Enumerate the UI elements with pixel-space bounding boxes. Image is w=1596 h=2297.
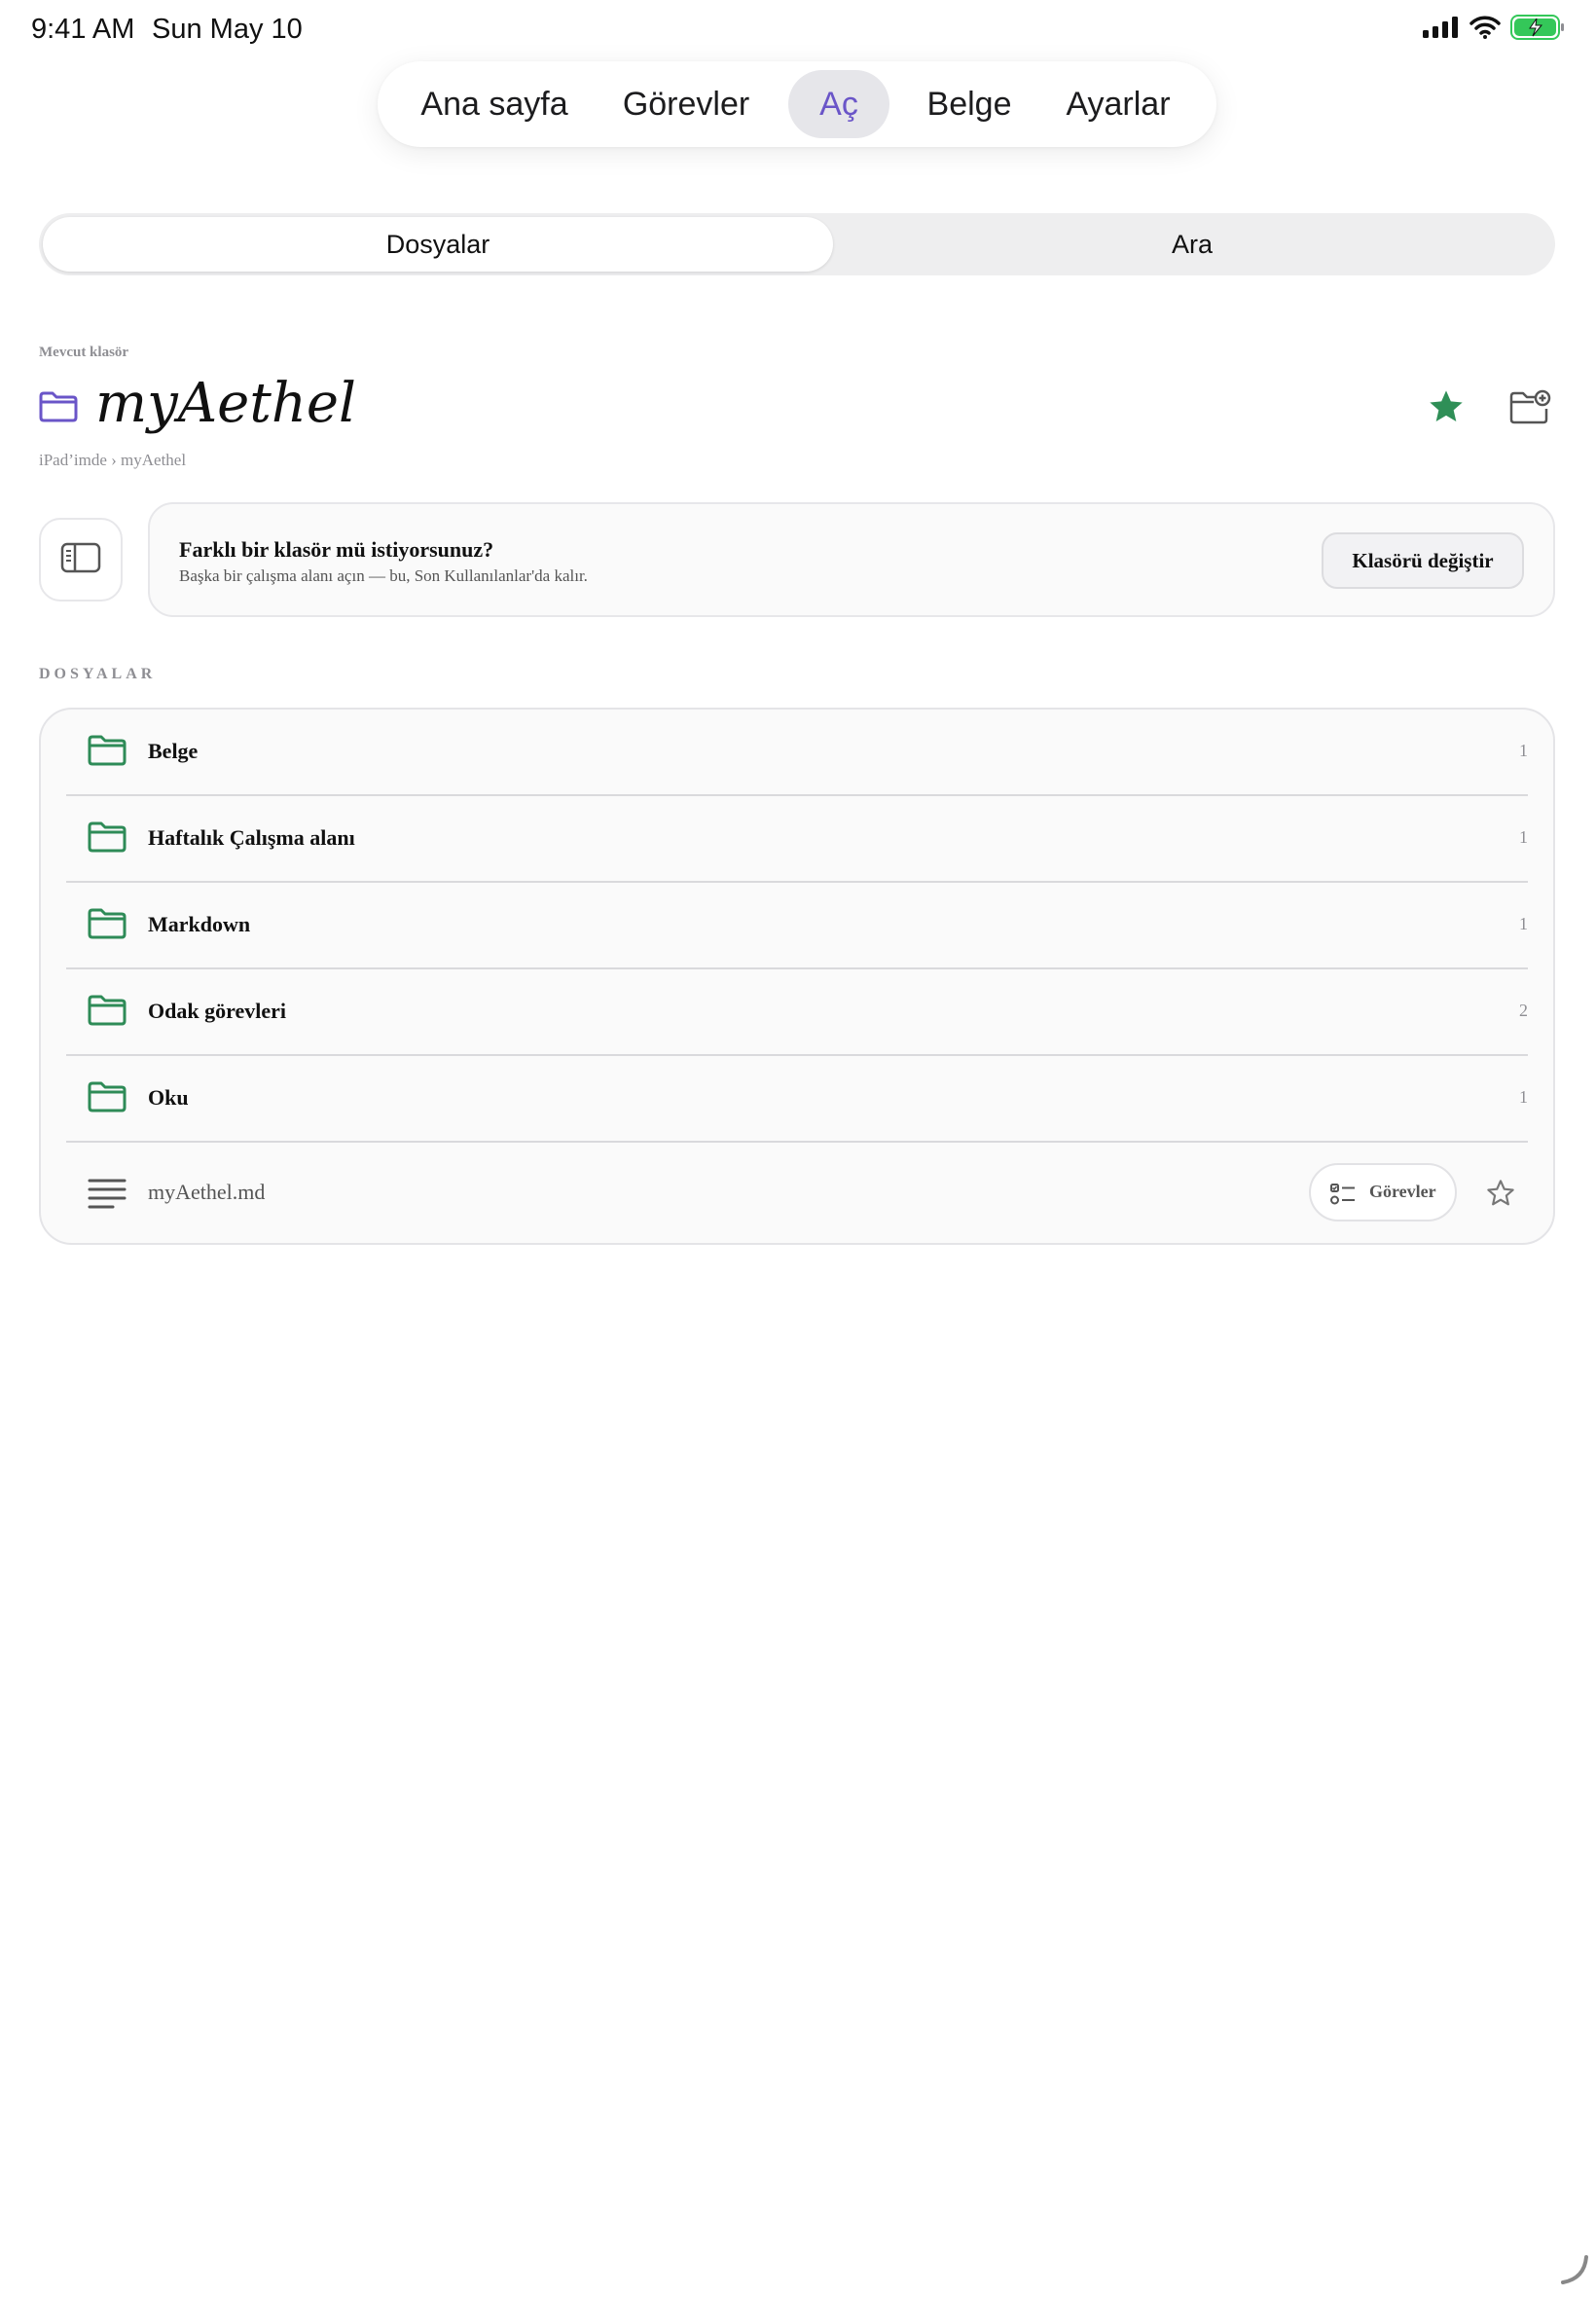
tasks-icon xyxy=(1330,1183,1356,1211)
folder-title: myAethel xyxy=(95,372,356,435)
tasks-label: Görevler xyxy=(1369,1182,1436,1201)
status-date: Sun May 10 xyxy=(152,14,303,45)
file-list: Belge 1 Haftalık Çalışma alanı 1 Markdow… xyxy=(39,708,1555,1245)
folder-count: 1 xyxy=(1519,1087,1528,1107)
status-icons xyxy=(1423,14,1565,45)
signal-icon xyxy=(1423,16,1460,43)
folder-row-odak-gorevleri[interactable]: Odak görevleri 2 xyxy=(41,969,1553,1056)
star-outline-icon[interactable] xyxy=(1485,1178,1516,1214)
folder-icon xyxy=(88,821,127,857)
file-name: myAethel.md xyxy=(148,1180,266,1204)
tab-ana-sayfa[interactable]: Ana sayfa xyxy=(415,70,574,138)
tab-belge[interactable]: Belge xyxy=(919,70,1020,138)
folder-count: 1 xyxy=(1519,741,1528,760)
folder-name: Haftalık Çalışma alanı xyxy=(148,825,355,850)
breadcrumb: iPad’imde › myAethel xyxy=(39,451,187,469)
folder-name: Markdown xyxy=(148,912,251,936)
switch-folder-banner: Farklı bir klasör mü istiyorsunuz? Başka… xyxy=(148,502,1555,617)
current-folder-label: Mevcut klasör xyxy=(39,345,129,360)
folder-icon xyxy=(88,995,127,1031)
tab-gorevler[interactable]: Görevler xyxy=(619,70,753,138)
folder-name: Oku xyxy=(148,1085,189,1110)
folder-row-belge[interactable]: Belge 1 xyxy=(41,710,1553,796)
sidebar-toggle-button[interactable] xyxy=(39,518,123,602)
folder-name: Belge xyxy=(148,739,199,763)
banner-subtitle: Başka bir çalışma alanı açın — bu, Son K… xyxy=(179,566,588,585)
folder-count: 1 xyxy=(1519,914,1528,933)
file-row-myaethel-md[interactable]: myAethel.md Görevler xyxy=(41,1143,1553,1243)
folder-row-haftalik-calisma-alani[interactable]: Haftalık Çalışma alanı 1 xyxy=(41,796,1553,883)
favorite-star-icon[interactable] xyxy=(1427,387,1466,431)
tasks-button[interactable]: Görevler xyxy=(1309,1163,1457,1221)
tab-ac[interactable]: Aç xyxy=(788,70,889,138)
folder-name: Odak görevleri xyxy=(148,999,286,1023)
files-section-header: DOSYALAR xyxy=(39,666,157,682)
folder-row-oku[interactable]: Oku 1 xyxy=(41,1056,1553,1143)
wifi-icon xyxy=(1469,16,1501,44)
folder-count: 1 xyxy=(1519,827,1528,847)
new-folder-icon[interactable] xyxy=(1508,387,1551,431)
segment-dosyalar[interactable]: Dosyalar xyxy=(43,217,833,272)
segment-ara[interactable]: Ara xyxy=(833,217,1551,272)
folder-icon xyxy=(88,735,127,771)
corner-grabber-icon xyxy=(1555,2251,1590,2291)
folder-count: 2 xyxy=(1519,1001,1528,1020)
top-tab-bar: Ana sayfa Görevler Aç Belge Ayarlar xyxy=(378,61,1216,147)
document-icon xyxy=(88,1178,127,1216)
status-bar: 9:41 AM Sun May 10 xyxy=(0,0,1596,58)
battery-icon xyxy=(1510,14,1565,45)
folder-icon xyxy=(39,391,78,427)
folder-icon xyxy=(88,1081,127,1117)
status-time: 9:41 AM xyxy=(31,14,135,45)
banner-title: Farklı bir klasör mü istiyorsunuz? xyxy=(179,537,494,562)
tab-ayarlar[interactable]: Ayarlar xyxy=(1057,70,1179,138)
folder-icon xyxy=(88,908,127,944)
files-search-segmented-control: Dosyalar Ara xyxy=(39,213,1555,275)
sidebar-icon xyxy=(60,542,101,578)
folder-row-markdown[interactable]: Markdown 1 xyxy=(41,883,1553,969)
change-folder-button[interactable]: Klasörü değiştir xyxy=(1322,532,1524,589)
